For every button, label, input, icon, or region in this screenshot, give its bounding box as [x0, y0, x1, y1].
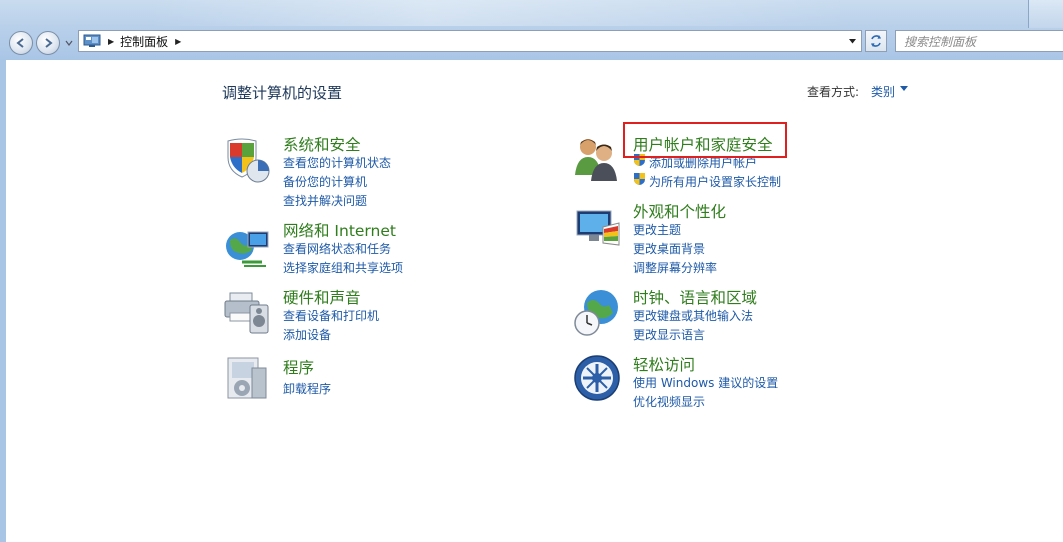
link-view-computer-status[interactable]: 查看您的计算机状态	[283, 154, 391, 171]
breadcrumb-separator-icon[interactable]: ▶	[108, 37, 114, 46]
category-title-network[interactable]: 网络和 Internet	[283, 219, 396, 241]
network-icon[interactable]	[222, 222, 272, 272]
refresh-button[interactable]	[865, 30, 887, 52]
link-desktop-background[interactable]: 更改桌面背景	[633, 240, 705, 257]
breadcrumb-control-panel[interactable]: 控制面板	[120, 33, 168, 50]
system-security-icon[interactable]	[222, 135, 272, 185]
category-title-appearance[interactable]: 外观和个性化	[633, 200, 726, 222]
red-highlight-box	[623, 122, 787, 158]
hardware-sound-icon[interactable]	[222, 287, 272, 337]
category-title-clock-region[interactable]: 时钟、语言和区域	[633, 286, 757, 308]
uac-shield-icon	[634, 173, 645, 185]
view-by-label: 查看方式:	[807, 85, 860, 99]
refresh-icon	[871, 35, 881, 47]
page-title: 调整计算机的设置	[222, 84, 343, 102]
appearance-icon[interactable]	[573, 203, 623, 253]
user-accounts-icon[interactable]	[573, 133, 623, 183]
forward-arrow-icon	[45, 38, 53, 48]
link-add-device[interactable]: 添加设备	[283, 326, 331, 343]
programs-icon[interactable]	[222, 354, 272, 404]
link-network-status[interactable]: 查看网络状态和任务	[283, 240, 391, 257]
search-input[interactable]: 搜索控制面板	[895, 30, 1063, 52]
category-title-system-security[interactable]: 系统和安全	[283, 133, 361, 155]
back-arrow-icon	[16, 38, 24, 48]
link-devices-printers[interactable]: 查看设备和打印机	[283, 307, 379, 324]
control-panel-icon	[83, 34, 101, 47]
link-screen-resolution[interactable]: 调整屏幕分辨率	[633, 259, 717, 276]
link-change-theme[interactable]: 更改主题	[633, 221, 681, 238]
forward-button[interactable]	[36, 31, 60, 55]
recent-pages-dropdown-icon[interactable]	[64, 38, 74, 48]
link-display-language[interactable]: 更改显示语言	[633, 326, 705, 343]
link-windows-recommended-settings[interactable]: 使用 Windows 建议的设置	[633, 374, 778, 391]
breadcrumb-separator-icon[interactable]: ▶	[175, 37, 181, 46]
link-troubleshoot[interactable]: 查找并解决问题	[283, 192, 367, 209]
link-uninstall-program[interactable]: 卸载程序	[283, 380, 331, 397]
view-by-dropdown[interactable]: 类别	[871, 83, 895, 100]
content-area	[0, 60, 1063, 542]
address-dropdown-icon[interactable]	[848, 37, 857, 46]
back-button[interactable]	[9, 31, 33, 55]
ease-of-access-icon[interactable]	[573, 354, 623, 404]
address-bar[interactable]: ▶ 控制面板 ▶	[78, 30, 862, 52]
link-keyboard-input[interactable]: 更改键盘或其他输入法	[633, 307, 753, 324]
category-title-hardware-sound[interactable]: 硬件和声音	[283, 286, 361, 308]
search-placeholder: 搜索控制面板	[904, 34, 977, 49]
link-parental-controls[interactable]: 为所有用户设置家长控制	[649, 173, 781, 190]
view-by-dropdown-arrow-icon[interactable]	[900, 86, 908, 92]
link-optimize-video-display[interactable]: 优化视频显示	[633, 393, 705, 410]
link-homegroup-sharing[interactable]: 选择家庭组和共享选项	[283, 259, 403, 276]
category-title-programs[interactable]: 程序	[283, 356, 314, 378]
link-backup-computer[interactable]: 备份您的计算机	[283, 173, 367, 190]
category-title-ease-of-access[interactable]: 轻松访问	[633, 353, 695, 375]
window-edge	[1028, 0, 1063, 28]
clock-region-icon[interactable]	[573, 287, 623, 337]
